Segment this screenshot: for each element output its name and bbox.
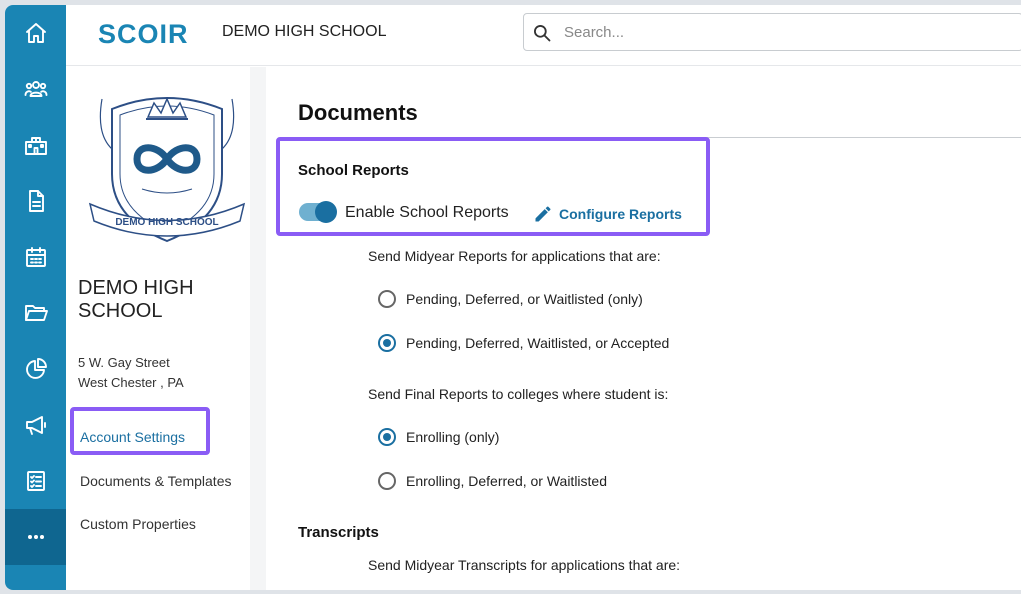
school-icon — [24, 137, 47, 155]
search-input[interactable] — [564, 20, 1004, 44]
radio-circle[interactable] — [378, 290, 396, 308]
address-line-1: 5 W. Gay Street — [78, 355, 170, 370]
rail-folder[interactable] — [5, 285, 66, 341]
final-option-enrolling-only[interactable]: Enrolling (only) — [378, 428, 499, 446]
transcripts-heading: Transcripts — [298, 524, 379, 541]
header-school-name: DEMO HIGH SCHOOL — [222, 23, 387, 40]
page-title: Documents — [298, 100, 418, 125]
rail-school[interactable] — [5, 117, 66, 173]
app-window: SCOIR DEMO HIGH SCHOOL DEMO HIGH SCHOOL … — [5, 5, 1021, 590]
sidebar-school-title: DEMO HIGH SCHOOL — [78, 277, 194, 322]
school-address: 5 W. Gay Street West Chester , PA — [78, 353, 184, 393]
settings-sidebar: DEMO HIGH SCHOOL DEMO HIGH SCHOOL 5 W. G… — [66, 67, 266, 590]
home-icon — [25, 23, 46, 43]
highlight-school-reports — [276, 137, 710, 236]
midyear-question: Send Midyear Reports for applications th… — [368, 248, 661, 264]
rail-home[interactable] — [5, 5, 66, 61]
pie-chart-icon — [25, 358, 47, 379]
address-line-2: West Chester , PA — [78, 375, 184, 390]
radio-label: Enrolling, Deferred, or Waitlisted — [406, 473, 608, 489]
radio-label: Enrolling (only) — [406, 429, 500, 445]
top-header: SCOIR DEMO HIGH SCHOOL — [66, 5, 1021, 66]
rail-more[interactable] — [5, 509, 66, 565]
search-box[interactable] — [523, 13, 1021, 51]
rail-people[interactable] — [5, 61, 66, 117]
megaphone-icon — [25, 416, 46, 435]
school-crest-logo: DEMO HIGH SCHOOL — [88, 97, 246, 243]
search-icon — [534, 25, 551, 42]
scoir-logo[interactable]: SCOIR — [98, 19, 189, 50]
radio-circle-selected[interactable] — [378, 428, 396, 446]
midyear-option-accepted[interactable]: Pending, Deferred, Waitlisted, or Accept… — [378, 334, 669, 352]
crest-label: DEMO HIGH SCHOOL — [115, 217, 218, 228]
people-icon — [24, 81, 47, 97]
rail-announcements[interactable] — [5, 397, 66, 453]
folder-icon — [24, 305, 48, 321]
rail-analytics[interactable] — [5, 341, 66, 397]
checklist-icon — [26, 471, 45, 491]
document-icon — [28, 190, 44, 212]
radio-label: Pending, Deferred, or Waitlisted (only) — [406, 291, 643, 307]
final-option-deferred[interactable]: Enrolling, Deferred, or Waitlisted — [378, 472, 607, 490]
radio-label: Pending, Deferred, Waitlisted, or Accept… — [406, 335, 670, 351]
rail-documents[interactable] — [5, 173, 66, 229]
icon-rail — [5, 5, 66, 590]
midyear-option-pending-only[interactable]: Pending, Deferred, or Waitlisted (only) — [378, 290, 643, 308]
radio-circle-selected[interactable] — [378, 334, 396, 352]
transcripts-midyear-question: Send Midyear Transcripts for application… — [368, 557, 681, 573]
more-icon — [27, 535, 44, 539]
nav-custom-properties[interactable]: Custom Properties — [80, 516, 196, 532]
calendar-icon — [25, 247, 46, 267]
highlight-account-settings — [70, 407, 210, 455]
rail-calendar[interactable] — [5, 229, 66, 285]
radio-circle[interactable] — [378, 472, 396, 490]
rail-tasks[interactable] — [5, 453, 66, 509]
nav-documents-templates[interactable]: Documents & Templates — [80, 473, 231, 489]
final-question: Send Final Reports to colleges where stu… — [368, 386, 669, 402]
